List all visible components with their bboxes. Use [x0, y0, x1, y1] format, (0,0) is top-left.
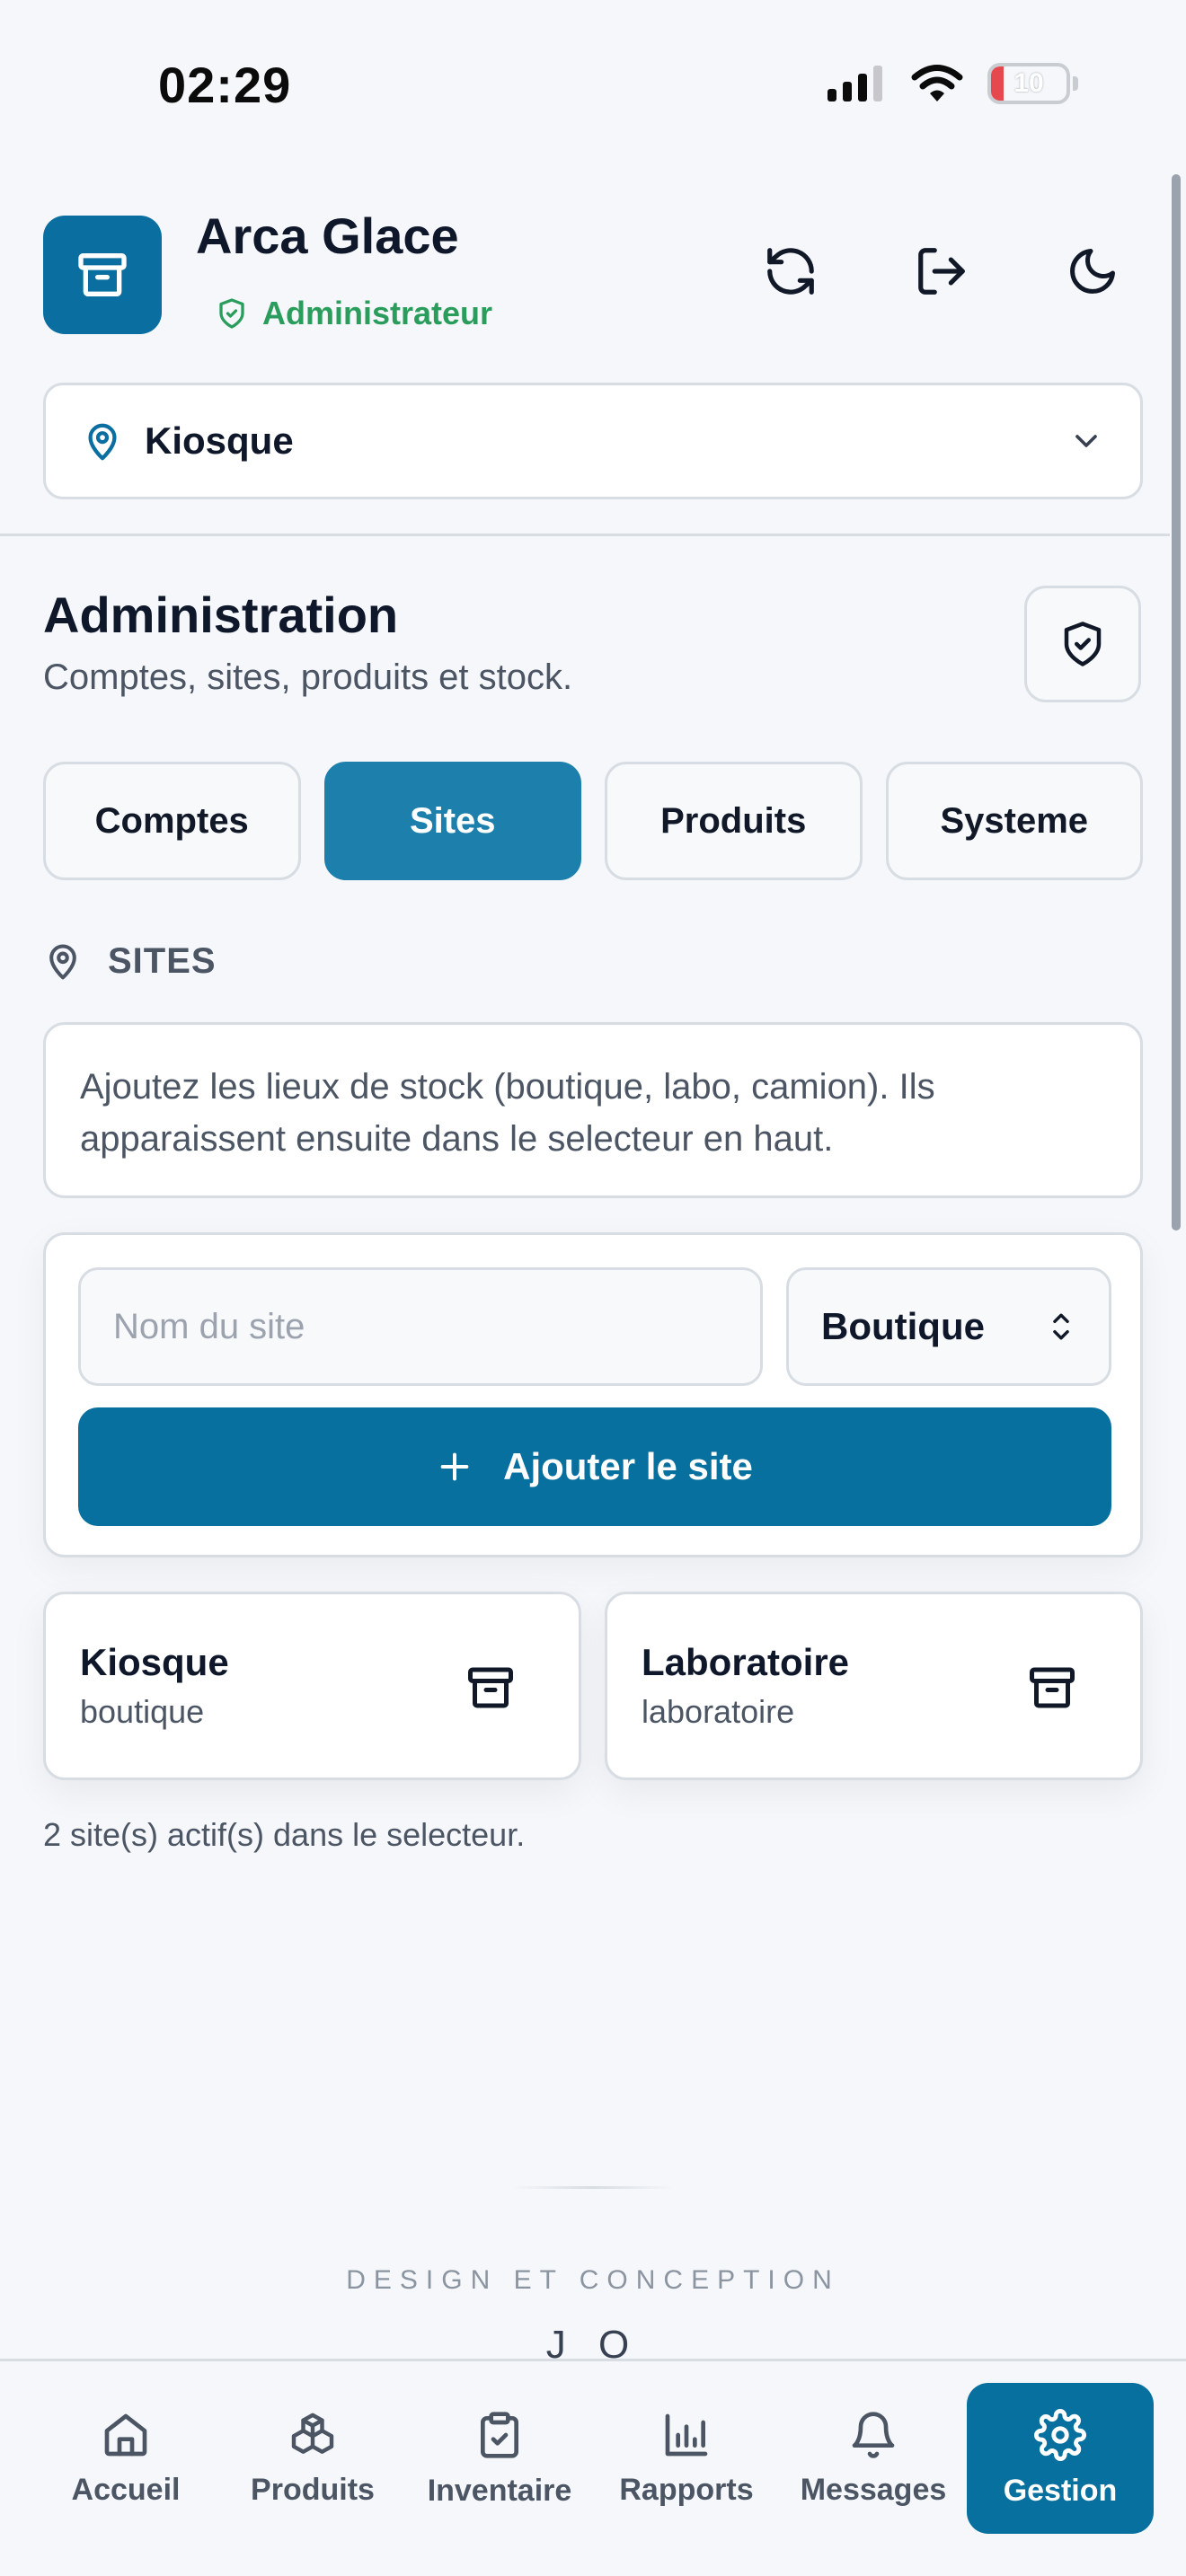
wifi-icon	[910, 64, 964, 103]
active-sites-count: 2 site(s) actif(s) dans le selecteur.	[43, 1816, 526, 1853]
scrollbar[interactable]	[1172, 174, 1181, 1231]
sites-label-text: SITES	[108, 940, 217, 981]
boxes-icon	[287, 2410, 339, 2460]
site-selector-value: Kiosque	[145, 419, 294, 462]
archive-icon	[74, 246, 131, 304]
app-screen: 02:29 10 Arca Glace Administrateur Kiosq…	[0, 0, 1186, 2576]
shield-check-icon	[1058, 618, 1107, 670]
status-bar: 02:29 10	[0, 0, 1186, 171]
sites-section-label: SITES	[43, 940, 217, 983]
add-site-form: Boutique Ajouter le site	[43, 1232, 1143, 1557]
archive-icon[interactable]	[464, 1661, 518, 1715]
bottom-navigation: Accueil Produits Inventaire Rapports Mes…	[0, 2359, 1186, 2576]
bar-chart-icon	[661, 2410, 712, 2460]
chevron-up-down-icon	[1046, 1309, 1076, 1345]
role-label: Administrateur	[262, 295, 493, 331]
site-type-select[interactable]: Boutique	[786, 1267, 1111, 1386]
design-credit: DESIGN ET CONCEPTION	[346, 2265, 840, 2295]
gear-icon	[1034, 2408, 1086, 2461]
clipboard-check-icon	[474, 2409, 525, 2461]
role-badge: Administrateur	[216, 295, 492, 332]
nav-label: Inventaire	[427, 2473, 572, 2508]
tab-sites[interactable]: Sites	[323, 762, 581, 880]
site-type-value: Boutique	[821, 1305, 985, 1347]
nav-label: Produits	[251, 2472, 375, 2507]
design-author: J O	[545, 2323, 641, 2359]
sites-info-box: Ajoutez les lieux de stock (boutique, la…	[43, 1022, 1143, 1198]
logout-icon	[914, 243, 969, 299]
footer-divider	[512, 2186, 674, 2189]
page-subtitle: Comptes, sites, produits et stock.	[43, 657, 573, 697]
site-card-laboratoire[interactable]: Laboratoire laboratoire	[605, 1592, 1143, 1780]
chevron-down-icon	[1068, 423, 1104, 459]
battery-level: 10	[1013, 68, 1044, 98]
site-selector[interactable]: Kiosque	[43, 383, 1143, 499]
app-title: Arca Glace	[196, 207, 459, 264]
plus-icon	[437, 1449, 473, 1485]
nav-produits[interactable]: Produits	[219, 2383, 406, 2534]
archive-icon[interactable]	[1025, 1661, 1079, 1715]
nav-label: Messages	[800, 2472, 947, 2507]
bell-icon	[848, 2410, 898, 2460]
add-site-button[interactable]: Ajouter le site	[78, 1407, 1111, 1526]
tab-produits[interactable]: Produits	[605, 762, 863, 880]
tab-comptes[interactable]: Comptes	[43, 762, 301, 880]
cellular-signal-icon	[828, 66, 887, 101]
battery-icon: 10	[987, 63, 1078, 104]
app-logo	[43, 216, 162, 334]
home-icon	[101, 2410, 151, 2460]
nav-label: Rapports	[619, 2472, 754, 2507]
site-name-input[interactable]	[78, 1267, 763, 1386]
refresh-button[interactable]	[755, 235, 827, 307]
shield-check-icon	[216, 296, 248, 331]
admin-shield-button[interactable]	[1024, 586, 1141, 702]
status-icons: 10	[828, 63, 1078, 104]
nav-label: Accueil	[71, 2472, 181, 2507]
nav-label: Gestion	[1003, 2473, 1118, 2508]
logout-button[interactable]	[906, 235, 978, 307]
admin-tabs: Comptes Sites Produits Systeme	[43, 762, 1143, 880]
page-title: Administration	[43, 587, 399, 643]
nav-rapports[interactable]: Rapports	[593, 2383, 780, 2534]
nav-gestion[interactable]: Gestion	[967, 2383, 1154, 2534]
add-site-label: Ajouter le site	[503, 1445, 753, 1487]
site-card-kiosque[interactable]: Kiosque boutique	[43, 1592, 581, 1780]
nav-inventaire[interactable]: Inventaire	[406, 2383, 593, 2534]
site-list: Kiosque boutique Laboratoire laboratoire	[43, 1592, 1143, 1780]
status-time: 02:29	[158, 57, 292, 113]
nav-accueil[interactable]: Accueil	[32, 2383, 219, 2534]
header-actions	[755, 235, 1128, 307]
sites-info-text: Ajoutez les lieux de stock (boutique, la…	[80, 1067, 935, 1159]
tab-systeme[interactable]: Systeme	[885, 762, 1143, 880]
map-pin-icon	[82, 419, 123, 463]
header-divider	[0, 534, 1170, 536]
dark-mode-button[interactable]	[1057, 235, 1128, 307]
map-pin-icon	[43, 940, 83, 983]
nav-messages[interactable]: Messages	[780, 2383, 967, 2534]
refresh-icon	[763, 243, 819, 299]
moon-icon	[1066, 244, 1120, 298]
